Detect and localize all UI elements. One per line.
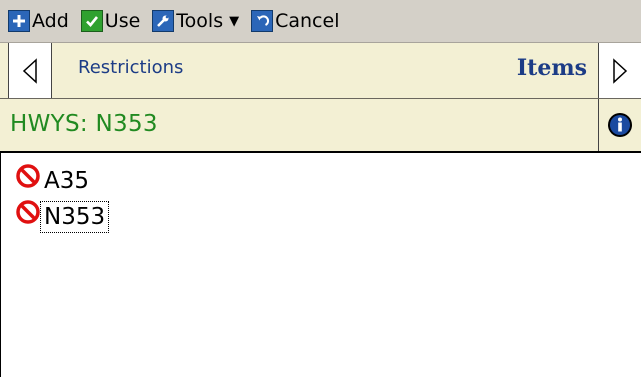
list-item[interactable]: A35	[1, 163, 641, 199]
page-title: HWYS: N353	[10, 111, 158, 137]
cancel-button[interactable]: Cancel	[251, 6, 339, 36]
triangle-left-icon	[22, 57, 37, 84]
section-label[interactable]: Restrictions	[78, 57, 183, 78]
prohibited-icon	[16, 200, 40, 224]
list-item-label: N353	[39, 201, 110, 233]
toolbar: Add Use Tools ▼ Cancel	[0, 0, 641, 43]
items-list: A35 N353	[0, 153, 641, 377]
tools-label: Tools	[176, 10, 224, 32]
use-button[interactable]: Use	[80, 6, 141, 36]
chevron-down-icon: ▼	[229, 13, 240, 29]
items-label[interactable]: Items	[517, 55, 587, 81]
checkmark-icon	[80, 10, 103, 32]
undo-icon	[251, 10, 274, 32]
info-icon	[608, 113, 632, 137]
list-item[interactable]: N353	[1, 199, 641, 235]
cancel-label: Cancel	[275, 10, 340, 32]
navigation-bar: Restrictions Items	[0, 43, 641, 99]
prohibited-icon	[16, 164, 40, 188]
add-button[interactable]: Add	[8, 6, 69, 36]
previous-button[interactable]	[8, 43, 52, 98]
triangle-right-icon	[613, 57, 628, 84]
wrench-icon	[152, 10, 175, 32]
add-icon	[8, 10, 30, 32]
title-bar: HWYS: N353	[0, 99, 641, 153]
info-button[interactable]	[598, 99, 641, 151]
use-label: Use	[104, 10, 141, 32]
add-label: Add	[32, 10, 69, 32]
list-item-label: A35	[44, 168, 90, 194]
tools-button[interactable]: Tools ▼	[152, 6, 239, 36]
next-button[interactable]	[598, 43, 641, 98]
